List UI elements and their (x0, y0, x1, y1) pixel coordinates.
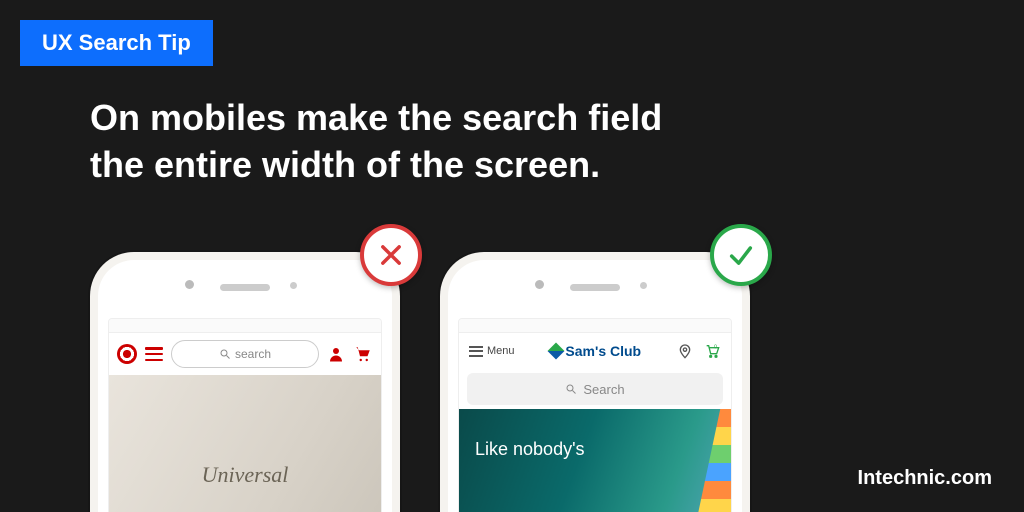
search-input-narrow[interactable]: search (171, 340, 319, 368)
svg-text:0: 0 (714, 344, 717, 350)
phone-screen: Menu Sam's Club 0 Search Like nobody's (458, 318, 732, 512)
cart-icon[interactable] (353, 345, 373, 363)
phone-sensor (640, 282, 647, 289)
phone-camera (535, 280, 544, 289)
location-icon[interactable] (677, 343, 693, 359)
verdict-bad-icon (360, 224, 422, 286)
example-bad-phone: search Universal (90, 252, 400, 512)
search-placeholder: Search (583, 382, 624, 397)
menu-button[interactable]: Menu (469, 345, 515, 357)
menu-icon[interactable] (145, 347, 163, 361)
search-input-fullwidth[interactable]: Search (467, 373, 723, 405)
app-navbar: search (109, 333, 381, 375)
status-bar (109, 319, 381, 333)
app-hero: Universal (109, 375, 381, 512)
phone-speaker (570, 284, 620, 291)
hero-text: Like nobody's (475, 439, 585, 459)
menu-icon (469, 346, 483, 357)
brand-diamond-icon (548, 343, 565, 360)
target-logo-icon (117, 344, 137, 364)
app-navbar: Menu Sam's Club 0 (459, 333, 731, 369)
category-badge: UX Search Tip (20, 20, 213, 66)
phone-sensor (290, 282, 297, 289)
phone-body: search Universal (98, 260, 392, 512)
status-bar (459, 319, 731, 333)
hero-text: Universal (202, 462, 289, 488)
search-placeholder: search (235, 347, 271, 361)
search-icon (219, 348, 231, 360)
navbar-actions: 0 (677, 343, 721, 359)
phone-speaker (220, 284, 270, 291)
menu-label: Menu (487, 345, 515, 357)
account-icon[interactable] (327, 345, 345, 363)
search-icon (565, 383, 577, 395)
brand-logo: Sam's Club (550, 343, 641, 359)
phone-body: Menu Sam's Club 0 Search Like nobody's (448, 260, 742, 512)
brand-name: Sam's Club (565, 343, 641, 359)
headline: On mobiles make the search field the ent… (90, 95, 662, 189)
attribution: Intechnic.com (858, 467, 992, 490)
cart-icon[interactable]: 0 (703, 343, 721, 359)
verdict-good-icon (710, 224, 772, 286)
phone-screen: search Universal (108, 318, 382, 512)
app-hero: Like nobody's (459, 409, 731, 512)
example-good-phone: Menu Sam's Club 0 Search Like nobody's (440, 252, 750, 512)
phone-camera (185, 280, 194, 289)
